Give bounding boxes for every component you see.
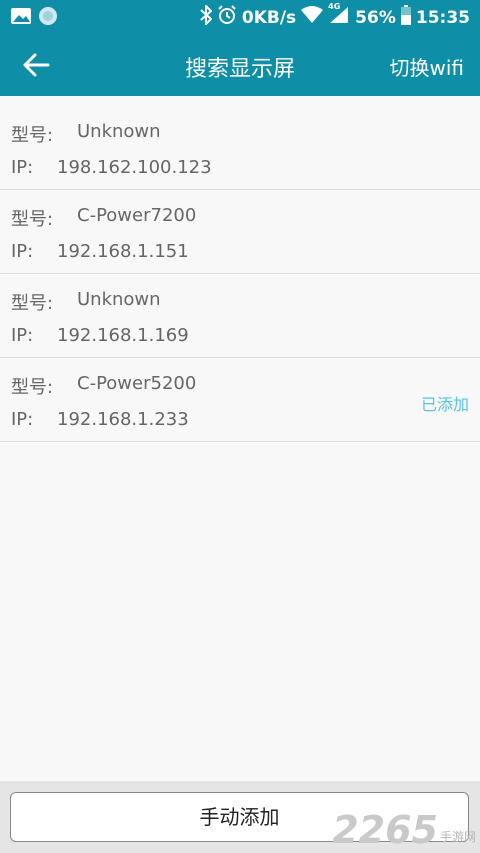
ip-value: 192.168.1.233 [57,409,189,430]
watermark-logo: 2265 手游网 [332,811,476,849]
device-list: 型号: Unknown IP: 198.162.100.123 型号: C-Power… [0,106,480,442]
signal-icon: 4G [328,2,350,30]
ip-value: 198.162.100.123 [57,157,212,178]
watermark-text: 手游网 [439,830,476,844]
model-value: C-Power5200 [77,373,197,394]
device-status-added: 已添加 [420,395,469,414]
model-label: 型号: [11,377,54,398]
model-value: Unknown [77,121,161,142]
wifi-icon [301,6,324,29]
device-item[interactable]: 型号: C-Power7200 IP: 192.168.1.151 [0,190,480,274]
model-value: Unknown [77,289,161,310]
ip-label: IP: [11,325,34,346]
switch-wifi-button[interactable]: 切换wifi [389,52,464,81]
network-speed: 0KB/s [241,7,297,28]
watermark-number: 2265 [332,808,438,852]
ip-value: 192.168.1.151 [57,241,189,262]
ip-label: IP: [11,241,34,262]
app-bar: 搜索显示屏 切换wifi [0,33,480,96]
model-label: 型号: [11,293,54,314]
model-label: 型号: [11,125,54,146]
model-value: C-Power7200 [77,205,197,226]
bluetooth-icon [200,3,213,30]
device-item[interactable]: 型号: Unknown IP: 198.162.100.123 [0,106,480,190]
clock: 15:35 [415,7,470,28]
device-item[interactable]: 型号: C-Power5200 IP: 192.168.1.233 已添加 [0,358,480,442]
device-item[interactable]: 型号: Unknown IP: 192.168.1.169 [0,274,480,358]
ip-label: IP: [11,157,34,178]
ip-label: IP: [11,409,34,430]
circle-icon [38,6,58,30]
model-label: 型号: [11,209,54,230]
image-icon [10,7,32,29]
battery-icon [400,5,411,30]
status-bar: 0KB/s 4G 56% 15:35 [0,0,480,33]
battery-percent: 56% [355,7,396,28]
ip-value: 192.168.1.169 [57,325,189,346]
network-type: 4G [328,2,341,11]
alarm-icon [217,5,237,30]
